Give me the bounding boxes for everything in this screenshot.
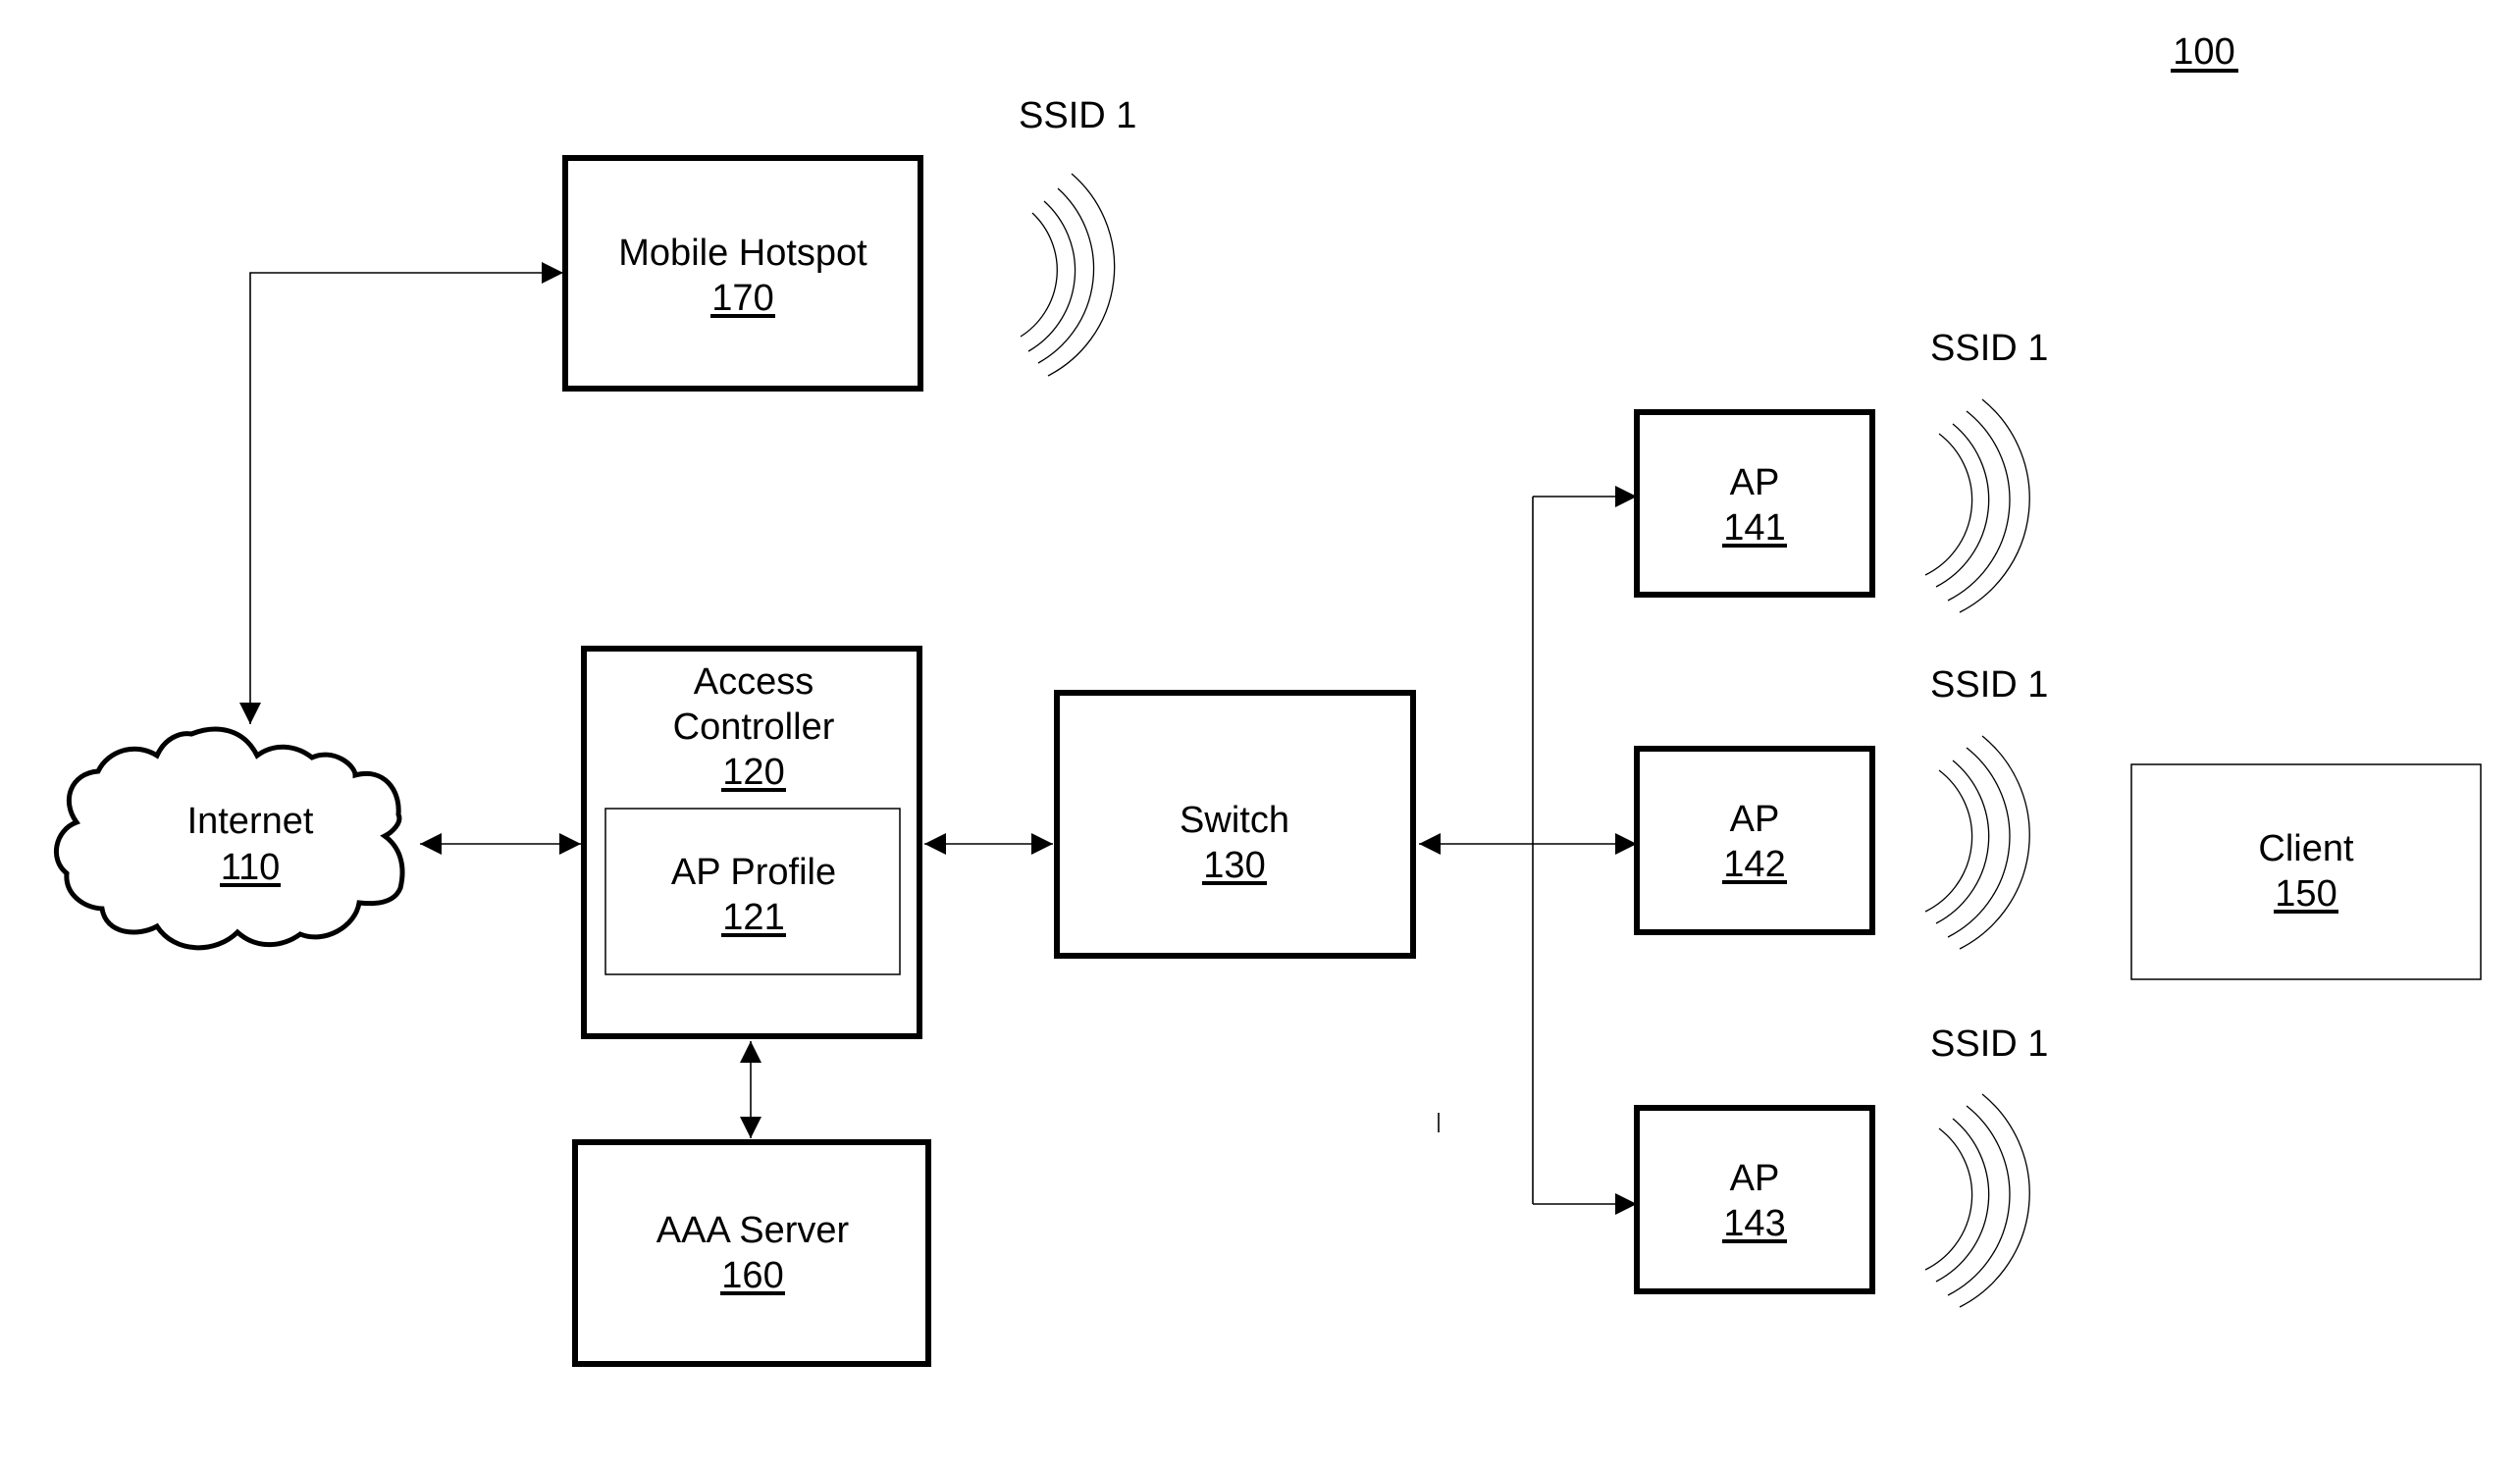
access-controller-node[interactable]: Access Controller 120 AP Profile 121 (581, 646, 922, 1039)
client-node[interactable]: Client 150 (2130, 763, 2482, 980)
wireless-signal-icon (1924, 398, 2030, 613)
aaa-server-box (572, 1139, 931, 1367)
mobile-hotspot-label: Mobile Hotspot (618, 233, 867, 274)
access-controller-ref: 120 (722, 752, 784, 793)
client-box (2130, 763, 2482, 980)
switch-node[interactable]: Switch 130 (1054, 690, 1416, 959)
ap-142-ref: 142 (1723, 844, 1785, 885)
aaa-server-label: AAA Server (656, 1210, 850, 1251)
internet-node[interactable]: Internet 110 (54, 726, 405, 951)
ap-143-label: AP (1730, 1158, 1780, 1199)
wireless-signal-icon (1924, 735, 2030, 950)
ap-142-label: AP (1730, 799, 1780, 840)
client-label: Client (2258, 828, 2354, 869)
ap-profile-label: AP Profile (671, 852, 836, 893)
ap-141-ref: 141 (1723, 507, 1785, 549)
switch-ref: 130 (1203, 845, 1265, 886)
ap-143-box (1634, 1105, 1875, 1294)
ap-142-box (1634, 746, 1875, 935)
ap-141-label: AP (1730, 462, 1780, 503)
mobile-hotspot-node[interactable]: Mobile Hotspot 170 (562, 155, 923, 392)
ssid-label-ap-141: SSID 1 (1930, 328, 2048, 369)
ap-141-node[interactable]: AP 141 (1634, 409, 1875, 598)
ap-142-node[interactable]: AP 142 (1634, 746, 1875, 935)
access-controller-label-line1: Access (694, 661, 814, 703)
ap-141-box (1634, 409, 1875, 598)
internet-ref: 110 (221, 847, 281, 888)
ap-143-ref: 143 (1723, 1203, 1785, 1244)
ssid-label-ap-142: SSID 1 (1930, 664, 2048, 706)
mobile-hotspot-ref: 170 (711, 278, 773, 319)
ap-143-node[interactable]: AP 143 (1634, 1105, 1875, 1294)
ap-profile-ref: 121 (722, 897, 784, 938)
ap-profile-node[interactable]: AP Profile 121 (604, 808, 901, 975)
wireless-signal-icon (1020, 173, 1116, 377)
ssid-label-ap-143: SSID 1 (1930, 1023, 2048, 1065)
internet-label: Internet (187, 801, 314, 842)
aaa-server-ref: 160 (721, 1255, 783, 1296)
switch-label: Switch (1180, 800, 1289, 841)
network-diagram: 100 Internet 110 Mobile Hotspot 170 SSID… (54, 31, 2482, 1367)
aaa-server-node[interactable]: AAA Server 160 (572, 1139, 931, 1367)
figure-number: 100 (2171, 31, 2238, 73)
ssid-label-hotspot: SSID 1 (1019, 95, 1136, 136)
connector-internet-hotspot (239, 262, 563, 724)
wireless-signal-icon (1924, 1093, 2030, 1308)
access-controller-label-line2: Controller (673, 707, 835, 748)
figure-number-text: 100 (2173, 31, 2234, 73)
client-ref: 150 (2275, 873, 2336, 915)
